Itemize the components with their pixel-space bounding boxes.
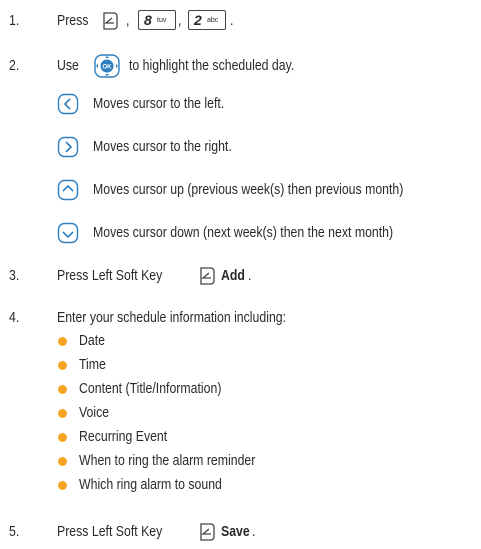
navigation-ok-key-icon: OK: [94, 54, 120, 78]
left-soft-key-icon: [103, 12, 118, 30]
bullet-icon: [58, 433, 67, 442]
list-item-text: Date: [79, 332, 105, 349]
nav-down-icon: [57, 222, 79, 244]
list-item-text: When to ring the alarm reminder: [79, 452, 256, 469]
step-text: Use: [57, 57, 79, 74]
step-number: 4.: [9, 309, 20, 326]
bullet-icon: [58, 409, 67, 418]
bullet-icon: [58, 361, 67, 370]
list-item-text: Which ring alarm to sound: [79, 476, 222, 493]
svg-text:OK: OK: [103, 65, 113, 71]
list-item-text: Recurring Event: [79, 428, 168, 445]
nav-right-icon: [57, 136, 79, 158]
nav-description: Moves cursor up (previous week(s) then p…: [93, 181, 404, 198]
key-2-abc-icon: 2 abc: [188, 10, 226, 30]
bullet-icon: [58, 457, 67, 466]
list-item-text: Content (Title/Information): [79, 380, 222, 397]
soft-key-label: Save: [221, 523, 250, 540]
nav-description: Moves cursor down (next week(s) then the…: [93, 224, 394, 241]
period: .: [248, 267, 252, 284]
key-8-tuv-icon: 8 tuv: [138, 10, 176, 30]
step-text: to highlight the scheduled day.: [129, 57, 295, 74]
step-number: 1.: [9, 12, 20, 29]
nav-left-icon: [57, 93, 79, 115]
nav-up-icon: [57, 179, 79, 201]
step-number: 3.: [9, 267, 20, 284]
bullet-icon: [58, 337, 67, 346]
nav-description: Moves cursor to the right.: [93, 138, 232, 155]
step-text: Enter your schedule information includin…: [57, 309, 287, 326]
separator: ,: [126, 12, 130, 29]
bullet-icon: [58, 481, 67, 490]
step-text: Press: [57, 12, 89, 29]
nav-description: Moves cursor to the left.: [93, 95, 225, 112]
bullet-icon: [58, 385, 67, 394]
list-item-text: Voice: [79, 404, 110, 421]
list-item-text: Time: [79, 356, 106, 373]
left-soft-key-icon: [200, 523, 215, 541]
step-text: Press Left Soft Key: [57, 523, 163, 540]
step-number: 5.: [9, 523, 20, 540]
left-soft-key-icon: [200, 267, 215, 285]
step-number: 2.: [9, 57, 20, 74]
step-text: Press Left Soft Key: [57, 267, 163, 284]
soft-key-label: Add: [221, 267, 245, 284]
separator: ,: [178, 12, 182, 29]
period: .: [230, 12, 234, 29]
period: .: [252, 523, 256, 540]
